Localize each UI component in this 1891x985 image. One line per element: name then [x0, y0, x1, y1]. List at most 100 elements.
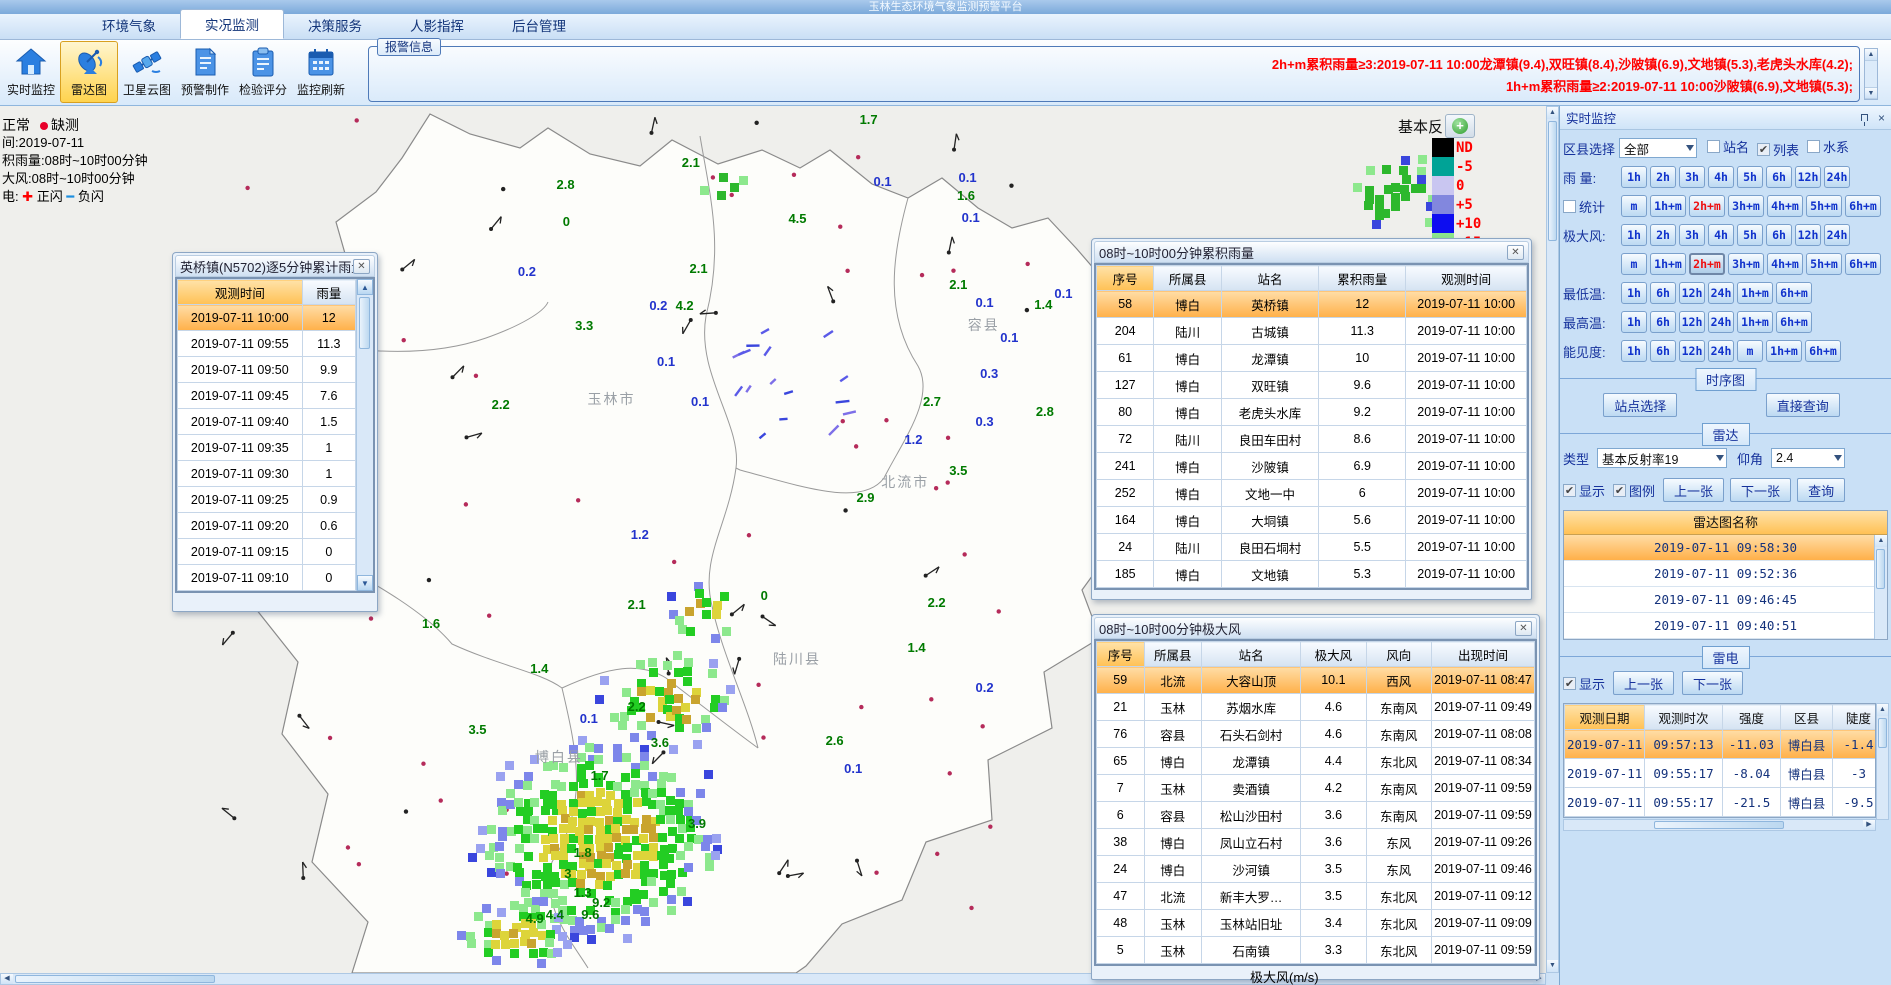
- accumulated-rain-panel[interactable]: 08时~10时00分钟累积雨量✕序号所属县站名累积雨量观测时间58博白英桥镇12…: [1091, 238, 1532, 600]
- radar-list-item[interactable]: 2019-07-11 09:46:45: [1564, 587, 1887, 613]
- table-row[interactable]: 2019-07-11 09:150: [178, 539, 356, 565]
- interval-button-12h[interactable]: 12h: [1795, 224, 1821, 246]
- interval-button-12h[interactable]: 12h: [1795, 166, 1821, 188]
- lightning-hthumb[interactable]: [1654, 821, 1784, 829]
- column-header-观测日期[interactable]: 观测日期: [1565, 705, 1645, 730]
- table-row[interactable]: 2019-07-1109:55:17-21.5博白县-9.511: [1565, 788, 1877, 817]
- tab-环境气象[interactable]: 环境气象: [78, 11, 180, 39]
- close-icon[interactable]: ✕: [1507, 245, 1524, 260]
- table-row[interactable]: 47北流新丰大罗…3.5东北风2019-07-11 09:12: [1097, 883, 1535, 910]
- interval-button-2h+m[interactable]: 2h+m: [1689, 195, 1725, 217]
- table-row[interactable]: 80博白老虎头水库9.22019-07-11 10:00: [1097, 399, 1527, 426]
- table-row[interactable]: 58博白英桥镇122019-07-11 10:00: [1097, 291, 1527, 318]
- table-row[interactable]: 127博白双旺镇9.62019-07-11 10:00: [1097, 372, 1527, 399]
- toolbar-button-雷达图[interactable]: 雷达图: [60, 41, 118, 103]
- table-row[interactable]: 2019-07-1109:57:13-11.03博白县-1.4: [1565, 730, 1877, 759]
- column-header-风向[interactable]: 风向: [1366, 642, 1431, 667]
- table-row[interactable]: 48玉林玉林站旧址3.4东北风2019-07-11 09:09: [1097, 910, 1535, 937]
- radar-list-thumb[interactable]: [1876, 549, 1885, 589]
- column-header-陡度[interactable]: 陡度: [1833, 705, 1877, 730]
- table-row[interactable]: 2019-07-11 09:457.6: [178, 383, 356, 409]
- table-row[interactable]: 2019-07-11 09:351: [178, 435, 356, 461]
- interval-button-1h+m[interactable]: 1h+m: [1650, 195, 1686, 217]
- radar-list-scrollbar[interactable]: ▲: [1874, 535, 1887, 639]
- interval-button-5h[interactable]: 5h: [1737, 224, 1763, 246]
- column-header-所属县[interactable]: 所属县: [1154, 266, 1221, 291]
- interval-button-6h[interactable]: 6h: [1650, 311, 1676, 333]
- map-scroll-down[interactable]: ▼: [1547, 960, 1558, 972]
- interval-button-5h[interactable]: 5h: [1737, 166, 1763, 188]
- interval-button-1h[interactable]: 1h: [1621, 340, 1647, 362]
- query-button[interactable]: 查询: [1797, 478, 1845, 502]
- table-row[interactable]: 2019-07-11 09:509.9: [178, 357, 356, 383]
- column-header-站名[interactable]: 站名: [1221, 266, 1318, 291]
- radar-list-item[interactable]: 2019-07-11 09:40:51: [1564, 613, 1887, 639]
- scroll-up[interactable]: ▲: [357, 279, 373, 295]
- table-row[interactable]: 241博白沙陂镇6.92019-07-11 10:00: [1097, 453, 1527, 480]
- lightning-next-button[interactable]: 下一张: [1682, 671, 1743, 695]
- panel-title-bar[interactable]: 英桥镇(N5702)逐5分钟累计雨量✕: [175, 255, 375, 277]
- table-row[interactable]: 185博白文地镇5.32019-07-11 10:00: [1097, 561, 1527, 588]
- interval-button-1h+m[interactable]: 1h+m: [1737, 311, 1773, 333]
- close-icon[interactable]: ✕: [1515, 621, 1532, 636]
- table-row[interactable]: 21玉林苏烟水库4.6东南风2019-07-11 09:49: [1097, 694, 1535, 721]
- lightning-scroll-up[interactable]: ▲: [1877, 704, 1888, 716]
- interval-button-24h[interactable]: 24h: [1708, 311, 1734, 333]
- interval-button-6h[interactable]: 6h: [1650, 340, 1676, 362]
- interval-button-6h+m[interactable]: 6h+m: [1845, 195, 1881, 217]
- interval-button-2h[interactable]: 2h: [1650, 166, 1676, 188]
- interval-button-1h[interactable]: 1h: [1621, 166, 1647, 188]
- panel-scrollbar[interactable]: ▲▼: [356, 279, 373, 591]
- table-row[interactable]: 204陆川古城镇11.32019-07-11 10:00: [1097, 318, 1527, 345]
- max-wind-panel[interactable]: 08时~10时00分钟极大风✕序号所属县站名极大风风向出现时间59北流大容山顶1…: [1091, 614, 1540, 980]
- tab-人影指挥[interactable]: 人影指挥: [386, 11, 488, 39]
- table-row[interactable]: 24陆川良田石垌村5.52019-07-11 10:00: [1097, 534, 1527, 561]
- interval-button-6h[interactable]: 6h: [1650, 282, 1676, 304]
- interval-button-m[interactable]: m: [1737, 340, 1763, 362]
- interval-button-6h+m[interactable]: 6h+m: [1845, 253, 1881, 275]
- scroll-thumb[interactable]: [359, 297, 370, 349]
- elevation-select[interactable]: 2.4: [1771, 448, 1845, 468]
- lightning-hscrollbar[interactable]: ▶: [1563, 819, 1876, 831]
- checkbox-lightning-show[interactable]: ✔显示: [1563, 674, 1605, 693]
- interval-button-12h[interactable]: 12h: [1679, 340, 1705, 362]
- column-header-所属县[interactable]: 所属县: [1144, 642, 1202, 667]
- interval-button-4h+m[interactable]: 4h+m: [1767, 195, 1803, 217]
- radar-list-scroll-up[interactable]: ▲: [1875, 535, 1887, 547]
- table-row[interactable]: 7玉林卖酒镇4.2东南风2019-07-11 09:59: [1097, 775, 1535, 802]
- table-row[interactable]: 72陆川良田车田村8.62019-07-11 10:00: [1097, 426, 1527, 453]
- interval-button-1h[interactable]: 1h: [1621, 224, 1647, 246]
- close-icon[interactable]: ×: [1878, 113, 1885, 123]
- tab-实况监测[interactable]: 实况监测: [180, 9, 284, 39]
- interval-button-4h[interactable]: 4h: [1708, 224, 1734, 246]
- column-header-观测时间[interactable]: 观测时间: [1406, 266, 1527, 291]
- checkbox-列表[interactable]: ✔列表: [1757, 140, 1799, 159]
- interval-button-6h[interactable]: 6h: [1766, 224, 1792, 246]
- map-scroll-up[interactable]: ▲: [1547, 107, 1558, 119]
- interval-button-5h+m[interactable]: 5h+m: [1806, 253, 1842, 275]
- interval-button-24h[interactable]: 24h: [1708, 340, 1734, 362]
- toolbar-button-监控刷新[interactable]: 监控刷新: [292, 41, 350, 103]
- toolbar-button-预警制作[interactable]: 预警制作: [176, 41, 234, 103]
- interval-button-3h[interactable]: 3h: [1679, 166, 1705, 188]
- table-row[interactable]: 38博白凤山立石村3.6东风2019-07-11 09:26: [1097, 829, 1535, 856]
- interval-button-1h+m[interactable]: 1h+m: [1737, 282, 1773, 304]
- tab-后台管理[interactable]: 后台管理: [488, 11, 590, 39]
- map-vertical-scrollbar[interactable]: ▲ ▼: [1546, 106, 1559, 973]
- scroll-down[interactable]: ▼: [357, 575, 373, 591]
- column-header-强度[interactable]: 强度: [1723, 705, 1781, 730]
- interval-button-3h[interactable]: 3h: [1679, 224, 1705, 246]
- table-row[interactable]: 2019-07-11 09:200.6: [178, 513, 356, 539]
- interval-button-24h[interactable]: 24h: [1824, 166, 1850, 188]
- table-row[interactable]: 2019-07-11 09:301: [178, 461, 356, 487]
- panel-title-bar[interactable]: 08时~10时00分钟极大风✕: [1094, 617, 1537, 639]
- interval-button-24h[interactable]: 24h: [1824, 224, 1850, 246]
- checkbox-radar-show[interactable]: ✔显示: [1563, 481, 1605, 500]
- direct-query-button[interactable]: 直接查询: [1766, 393, 1840, 417]
- table-row[interactable]: 252博白文地一中62019-07-11 10:00: [1097, 480, 1527, 507]
- checkbox-站名[interactable]: 站名: [1707, 137, 1749, 156]
- lightning-scroll-right[interactable]: ▶: [1863, 820, 1875, 830]
- interval-button-6h+m[interactable]: 6h+m: [1776, 311, 1812, 333]
- column-header-观测时间[interactable]: 观测时间: [178, 280, 303, 305]
- map-vscroll-thumb[interactable]: [1548, 121, 1557, 241]
